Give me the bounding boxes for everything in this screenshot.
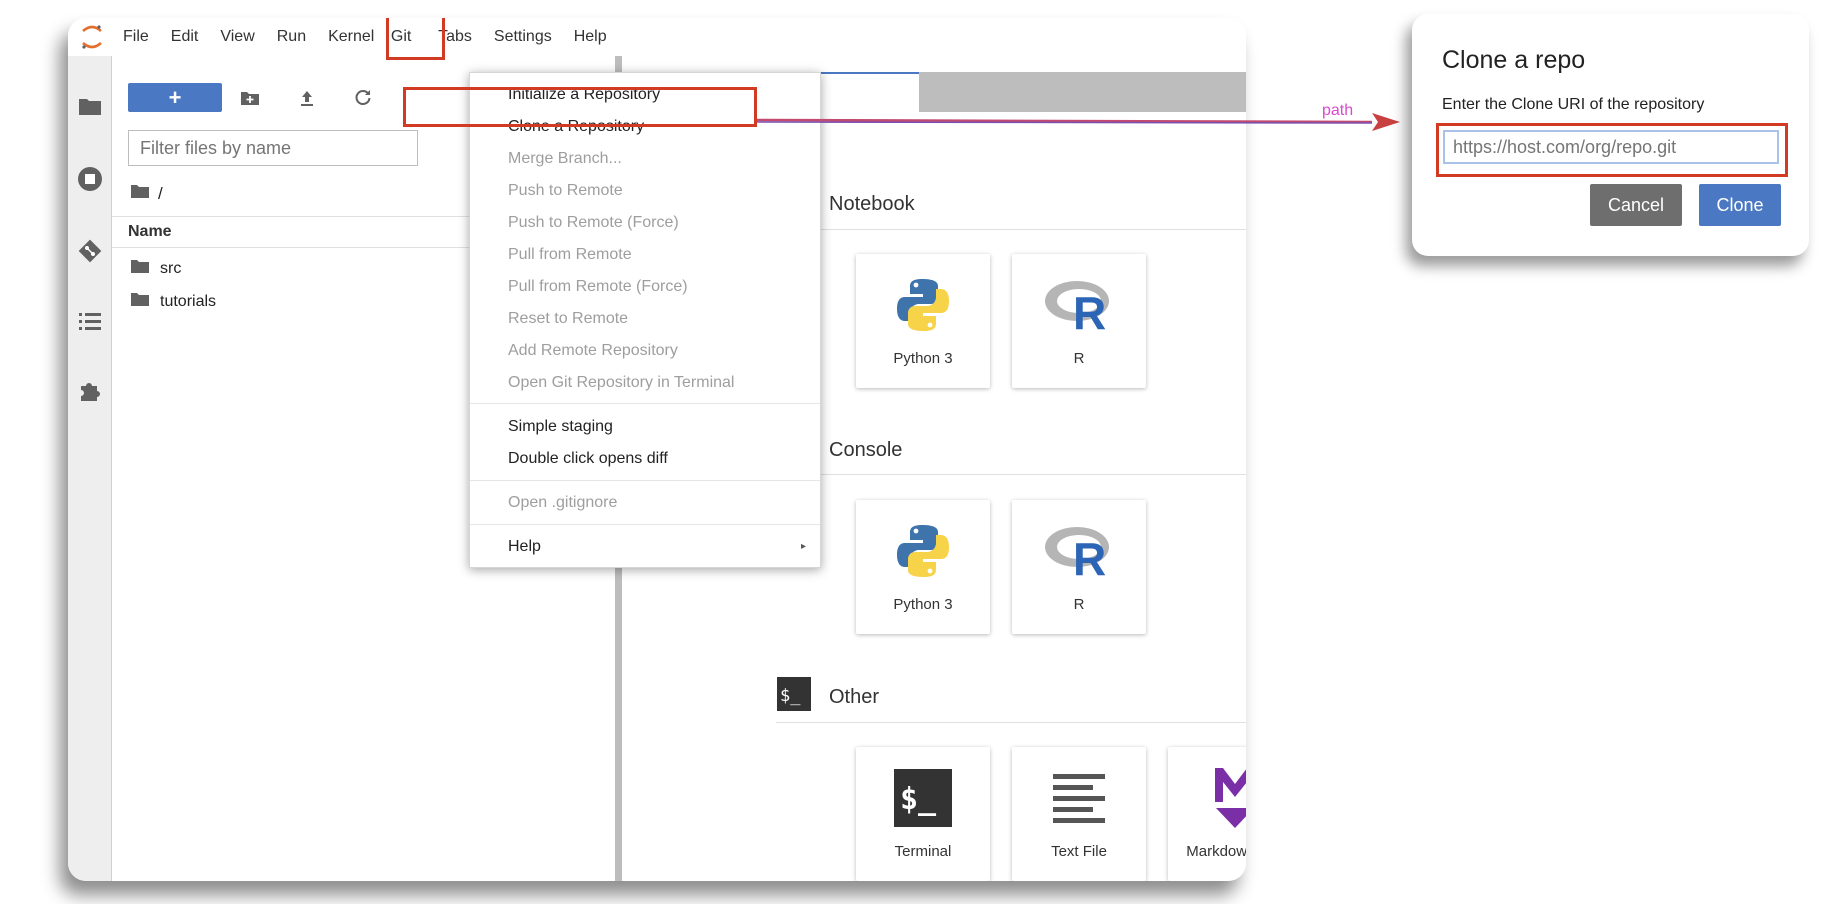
git-dropdown-menu: Initialize a Repository Clone a Reposito… bbox=[469, 72, 821, 568]
r-logo-icon: R bbox=[1039, 512, 1119, 590]
svg-text:$_: $_ bbox=[780, 686, 801, 706]
menu-item-help-label: Help bbox=[508, 538, 541, 555]
menu-item-double-click-diff[interactable]: Double click opens diff bbox=[470, 443, 820, 475]
python-logo-icon bbox=[883, 512, 963, 590]
divider bbox=[776, 722, 1246, 723]
list-item[interactable]: tutorials bbox=[130, 291, 216, 312]
menu-settings[interactable]: Settings bbox=[483, 18, 563, 56]
menu-item-open-git-terminal[interactable]: Open Git Repository in Terminal bbox=[470, 367, 820, 399]
git-icon[interactable] bbox=[68, 231, 112, 271]
menu-edit[interactable]: Edit bbox=[160, 18, 210, 56]
cancel-button[interactable]: Cancel bbox=[1590, 184, 1682, 226]
card-label: Python 3 bbox=[893, 350, 953, 367]
refresh-icon[interactable] bbox=[353, 88, 373, 108]
card-label: Terminal bbox=[894, 843, 952, 860]
card-label: Python 3 bbox=[893, 596, 953, 613]
svg-text:$_: $_ bbox=[900, 782, 937, 817]
launcher-card-r-notebook[interactable]: R R bbox=[1012, 254, 1146, 388]
menu-item-push-to-remote[interactable]: Push to Remote bbox=[470, 175, 820, 207]
r-logo-icon: R bbox=[1039, 266, 1119, 344]
file-name: tutorials bbox=[160, 292, 217, 310]
launcher-card-terminal[interactable]: $_ Terminal bbox=[856, 747, 990, 881]
section-title-notebook: Notebook bbox=[829, 192, 915, 215]
launcher-card-python3-console[interactable]: Python 3 bbox=[856, 500, 990, 634]
menu-help[interactable]: Help bbox=[563, 18, 618, 56]
filter-files-input[interactable] bbox=[128, 130, 418, 166]
upload-icon[interactable] bbox=[297, 88, 317, 108]
markdown-icon bbox=[1195, 759, 1246, 837]
menu-item-reset-to-remote[interactable]: Reset to Remote bbox=[470, 303, 820, 335]
menu-item-push-to-remote-force[interactable]: Push to Remote (Force) bbox=[470, 207, 820, 239]
section-other: $_ Other bbox=[777, 677, 879, 717]
clone-uri-input[interactable] bbox=[1443, 130, 1779, 164]
menu-item-simple-staging[interactable]: Simple staging bbox=[470, 411, 820, 443]
extension-puzzle-icon[interactable] bbox=[68, 371, 112, 411]
file-name: src bbox=[160, 259, 182, 277]
breadcrumb[interactable]: / bbox=[130, 183, 163, 204]
menu-item-open-gitignore[interactable]: Open .gitignore bbox=[470, 487, 820, 519]
launcher-card-r-console[interactable]: R R bbox=[1012, 500, 1146, 634]
menu-item-merge-branch[interactable]: Merge Branch... bbox=[470, 143, 820, 175]
section-title-other: Other bbox=[829, 685, 880, 708]
terminal-small-icon: $_ bbox=[777, 677, 811, 717]
terminal-icon: $_ bbox=[883, 759, 963, 837]
menu-run[interactable]: Run bbox=[266, 18, 317, 56]
menu-item-add-remote-repository[interactable]: Add Remote Repository bbox=[470, 335, 820, 367]
launcher-card-python3-notebook[interactable]: Python 3 bbox=[856, 254, 990, 388]
jupyterlab-window: File Edit View Run Kernel Git Tabs Setti… bbox=[68, 18, 1246, 881]
divider bbox=[776, 474, 1246, 475]
submenu-arrow-icon: ▸ bbox=[800, 541, 806, 552]
card-label: R bbox=[1073, 350, 1085, 367]
menu-git[interactable]: Git bbox=[375, 18, 427, 56]
python-logo-icon bbox=[883, 266, 963, 344]
menu-view[interactable]: View bbox=[209, 18, 265, 56]
menu-item-pull-from-remote[interactable]: Pull from Remote bbox=[470, 239, 820, 271]
menu-tabs[interactable]: Tabs bbox=[427, 18, 483, 56]
folder-icon bbox=[130, 258, 150, 279]
breadcrumb-root[interactable]: / bbox=[158, 184, 163, 204]
menu-separator bbox=[470, 403, 820, 404]
annotation-label: path bbox=[1322, 102, 1354, 119]
section-title-console: Console bbox=[829, 438, 903, 461]
menu-item-pull-from-remote-force[interactable]: Pull from Remote (Force) bbox=[470, 271, 820, 303]
menu-item-initialize-repository[interactable]: Initialize a Repository bbox=[470, 79, 820, 111]
new-folder-icon[interactable] bbox=[240, 88, 260, 108]
dialog-title: Clone a repo bbox=[1442, 46, 1586, 74]
folder-icon bbox=[130, 183, 150, 204]
table-of-contents-icon[interactable] bbox=[68, 301, 112, 341]
svg-text:R: R bbox=[1073, 287, 1106, 333]
menu-separator bbox=[470, 480, 820, 481]
launcher-card-markdown-file[interactable]: Markdown File bbox=[1168, 747, 1246, 881]
divider bbox=[776, 229, 1246, 230]
folder-icon[interactable] bbox=[68, 86, 112, 126]
activity-bar bbox=[68, 56, 112, 881]
card-label: Text File bbox=[1051, 843, 1107, 860]
text-file-icon bbox=[1039, 759, 1119, 837]
svg-text:R: R bbox=[1073, 533, 1106, 579]
menubar: File Edit View Run Kernel Git Tabs Setti… bbox=[68, 18, 1246, 56]
launcher-card-text-file[interactable]: Text File bbox=[1012, 747, 1146, 881]
dialog-prompt: Enter the Clone URI of the repository bbox=[1442, 96, 1705, 113]
running-stop-icon[interactable] bbox=[68, 159, 112, 199]
new-launcher-button[interactable]: + bbox=[128, 83, 222, 112]
menu-separator bbox=[470, 524, 820, 525]
jupyter-logo-icon bbox=[78, 23, 106, 51]
menu-kernel[interactable]: Kernel bbox=[317, 18, 375, 56]
card-label: R bbox=[1073, 596, 1085, 613]
list-item[interactable]: src bbox=[130, 258, 181, 279]
clone-button[interactable]: Clone bbox=[1699, 184, 1781, 226]
menu-item-help-submenu[interactable]: Help ▸ bbox=[470, 531, 820, 563]
menu-file[interactable]: File bbox=[112, 18, 160, 56]
folder-icon bbox=[130, 291, 150, 312]
menu-item-clone-repository[interactable]: Clone a Repository bbox=[470, 111, 820, 143]
clone-repo-dialog: Clone a repo Enter the Clone URI of the … bbox=[1412, 14, 1809, 256]
card-label: Markdown File bbox=[1186, 843, 1246, 860]
